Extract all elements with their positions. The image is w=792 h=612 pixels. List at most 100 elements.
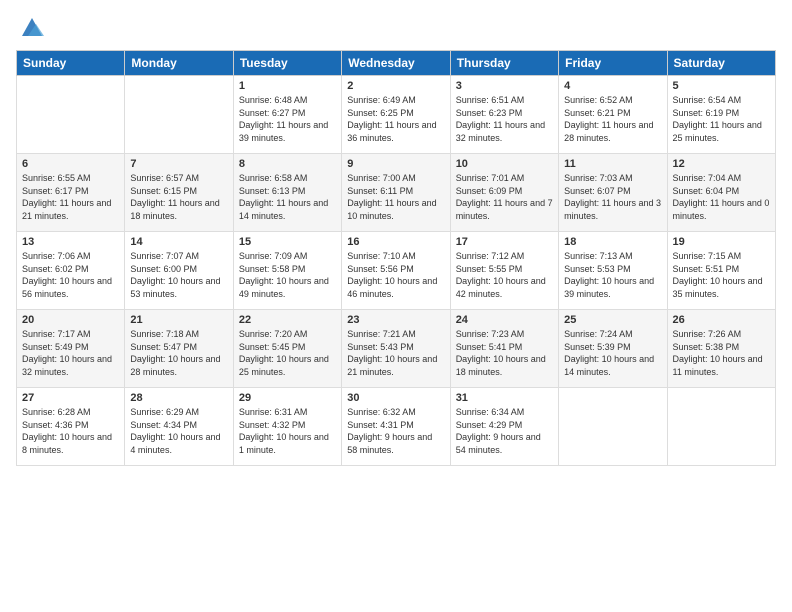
day-number: 23	[347, 314, 444, 326]
day-info: Sunrise: 6:34 AM Sunset: 4:29 PM Dayligh…	[456, 406, 553, 456]
calendar-cell: 24 Sunrise: 7:23 AM Sunset: 5:41 PM Dayli…	[450, 310, 558, 388]
day-number: 4	[564, 80, 661, 92]
day-header-tuesday: Tuesday	[233, 51, 341, 76]
day-info: Sunrise: 7:01 AM Sunset: 6:09 PM Dayligh…	[456, 172, 553, 222]
day-number: 31	[456, 392, 553, 404]
calendar-cell: 13 Sunrise: 7:06 AM Sunset: 6:02 PM Dayli…	[17, 232, 125, 310]
calendar-cell: 10 Sunrise: 7:01 AM Sunset: 6:09 PM Dayli…	[450, 154, 558, 232]
day-info: Sunrise: 7:12 AM Sunset: 5:55 PM Dayligh…	[456, 250, 553, 300]
day-info: Sunrise: 6:49 AM Sunset: 6:25 PM Dayligh…	[347, 94, 444, 144]
day-number: 10	[456, 158, 553, 170]
calendar-cell: 29 Sunrise: 6:31 AM Sunset: 4:32 PM Dayli…	[233, 388, 341, 466]
calendar-cell: 22 Sunrise: 7:20 AM Sunset: 5:45 PM Dayli…	[233, 310, 341, 388]
day-info: Sunrise: 7:15 AM Sunset: 5:51 PM Dayligh…	[673, 250, 770, 300]
calendar-cell: 26Sunrise: 7:26 AM Sunset: 5:38 PM Dayli…	[667, 310, 775, 388]
day-info: Sunrise: 7:00 AM Sunset: 6:11 PM Dayligh…	[347, 172, 444, 222]
day-info: Sunrise: 7:21 AM Sunset: 5:43 PM Dayligh…	[347, 328, 444, 378]
day-number: 19	[673, 236, 770, 248]
calendar-cell: 1 Sunrise: 6:48 AM Sunset: 6:27 PM Daylig…	[233, 76, 341, 154]
day-info: Sunrise: 6:58 AM Sunset: 6:13 PM Dayligh…	[239, 172, 336, 222]
calendar-week-4: 20 Sunrise: 7:17 AM Sunset: 5:49 PM Dayli…	[17, 310, 776, 388]
calendar-cell: 28 Sunrise: 6:29 AM Sunset: 4:34 PM Dayli…	[125, 388, 233, 466]
day-info: Sunrise: 7:09 AM Sunset: 5:58 PM Dayligh…	[239, 250, 336, 300]
calendar-cell: 17Sunrise: 7:12 AM Sunset: 5:55 PM Dayli…	[450, 232, 558, 310]
day-number: 22	[239, 314, 336, 326]
day-number: 14	[130, 236, 227, 248]
calendar-cell: 19 Sunrise: 7:15 AM Sunset: 5:51 PM Dayli…	[667, 232, 775, 310]
day-number: 24	[456, 314, 553, 326]
day-header-thursday: Thursday	[450, 51, 558, 76]
day-info: Sunrise: 6:55 AM Sunset: 6:17 PM Dayligh…	[22, 172, 119, 222]
day-header-monday: Monday	[125, 51, 233, 76]
day-number: 18	[564, 236, 661, 248]
day-number: 8	[239, 158, 336, 170]
calendar-cell: 9 Sunrise: 7:00 AM Sunset: 6:11 PM Daylig…	[342, 154, 450, 232]
calendar-cell: 16Sunrise: 7:10 AM Sunset: 5:56 PM Dayli…	[342, 232, 450, 310]
calendar-cell: 21Sunrise: 7:18 AM Sunset: 5:47 PM Dayli…	[125, 310, 233, 388]
calendar-cell: 2 Sunrise: 6:49 AM Sunset: 6:25 PM Daylig…	[342, 76, 450, 154]
day-info: Sunrise: 7:13 AM Sunset: 5:53 PM Dayligh…	[564, 250, 661, 300]
day-number: 28	[130, 392, 227, 404]
day-info: Sunrise: 7:06 AM Sunset: 6:02 PM Dayligh…	[22, 250, 119, 300]
day-header-wednesday: Wednesday	[342, 51, 450, 76]
calendar-cell: 25 Sunrise: 7:24 AM Sunset: 5:39 PM Dayli…	[559, 310, 667, 388]
day-info: Sunrise: 6:32 AM Sunset: 4:31 PM Dayligh…	[347, 406, 444, 456]
calendar-table: SundayMondayTuesdayWednesdayThursdayFrid…	[16, 50, 776, 466]
calendar-cell: 14Sunrise: 7:07 AM Sunset: 6:00 PM Dayli…	[125, 232, 233, 310]
day-info: Sunrise: 6:29 AM Sunset: 4:34 PM Dayligh…	[130, 406, 227, 456]
calendar-week-2: 6 Sunrise: 6:55 AM Sunset: 6:17 PM Daylig…	[17, 154, 776, 232]
calendar-cell	[667, 388, 775, 466]
day-number: 29	[239, 392, 336, 404]
calendar-cell	[559, 388, 667, 466]
page-header	[16, 16, 776, 40]
day-number: 16	[347, 236, 444, 248]
calendar-cell: 7Sunrise: 6:57 AM Sunset: 6:15 PM Daylig…	[125, 154, 233, 232]
day-number: 27	[22, 392, 119, 404]
day-info: Sunrise: 6:52 AM Sunset: 6:21 PM Dayligh…	[564, 94, 661, 144]
day-info: Sunrise: 6:31 AM Sunset: 4:32 PM Dayligh…	[239, 406, 336, 456]
day-number: 13	[22, 236, 119, 248]
day-info: Sunrise: 7:24 AM Sunset: 5:39 PM Dayligh…	[564, 328, 661, 378]
day-info: Sunrise: 7:03 AM Sunset: 6:07 PM Dayligh…	[564, 172, 661, 222]
day-info: Sunrise: 6:28 AM Sunset: 4:36 PM Dayligh…	[22, 406, 119, 456]
day-number: 1	[239, 80, 336, 92]
calendar-week-5: 27 Sunrise: 6:28 AM Sunset: 4:36 PM Dayli…	[17, 388, 776, 466]
calendar-cell: 4 Sunrise: 6:52 AM Sunset: 6:21 PM Daylig…	[559, 76, 667, 154]
day-number: 3	[456, 80, 553, 92]
day-number: 2	[347, 80, 444, 92]
day-info: Sunrise: 6:48 AM Sunset: 6:27 PM Dayligh…	[239, 94, 336, 144]
day-number: 25	[564, 314, 661, 326]
calendar-cell: 23 Sunrise: 7:21 AM Sunset: 5:43 PM Dayli…	[342, 310, 450, 388]
day-number: 20	[22, 314, 119, 326]
calendar-cell: 6 Sunrise: 6:55 AM Sunset: 6:17 PM Daylig…	[17, 154, 125, 232]
day-info: Sunrise: 7:23 AM Sunset: 5:41 PM Dayligh…	[456, 328, 553, 378]
day-info: Sunrise: 7:04 AM Sunset: 6:04 PM Dayligh…	[673, 172, 770, 222]
day-number: 26	[673, 314, 770, 326]
day-info: Sunrise: 7:20 AM Sunset: 5:45 PM Dayligh…	[239, 328, 336, 378]
calendar-cell	[17, 76, 125, 154]
logo-icon	[18, 12, 46, 40]
day-info: Sunrise: 7:17 AM Sunset: 5:49 PM Dayligh…	[22, 328, 119, 378]
day-number: 15	[239, 236, 336, 248]
calendar-cell	[125, 76, 233, 154]
day-number: 12	[673, 158, 770, 170]
day-number: 11	[564, 158, 661, 170]
day-number: 5	[673, 80, 770, 92]
day-header-sunday: Sunday	[17, 51, 125, 76]
day-number: 30	[347, 392, 444, 404]
day-number: 9	[347, 158, 444, 170]
calendar-cell: 12 Sunrise: 7:04 AM Sunset: 6:04 PM Dayli…	[667, 154, 775, 232]
day-number: 6	[22, 158, 119, 170]
calendar-cell: 15 Sunrise: 7:09 AM Sunset: 5:58 PM Dayli…	[233, 232, 341, 310]
calendar-header-row: SundayMondayTuesdayWednesdayThursdayFrid…	[17, 51, 776, 76]
day-number: 7	[130, 158, 227, 170]
calendar-cell: 3Sunrise: 6:51 AM Sunset: 6:23 PM Daylig…	[450, 76, 558, 154]
calendar-cell: 31 Sunrise: 6:34 AM Sunset: 4:29 PM Dayli…	[450, 388, 558, 466]
day-header-friday: Friday	[559, 51, 667, 76]
day-info: Sunrise: 7:18 AM Sunset: 5:47 PM Dayligh…	[130, 328, 227, 378]
calendar-week-1: 1 Sunrise: 6:48 AM Sunset: 6:27 PM Daylig…	[17, 76, 776, 154]
calendar-week-3: 13 Sunrise: 7:06 AM Sunset: 6:02 PM Dayli…	[17, 232, 776, 310]
calendar-cell: 8 Sunrise: 6:58 AM Sunset: 6:13 PM Daylig…	[233, 154, 341, 232]
calendar-cell: 11 Sunrise: 7:03 AM Sunset: 6:07 PM Dayli…	[559, 154, 667, 232]
calendar-cell: 5Sunrise: 6:54 AM Sunset: 6:19 PM Daylig…	[667, 76, 775, 154]
